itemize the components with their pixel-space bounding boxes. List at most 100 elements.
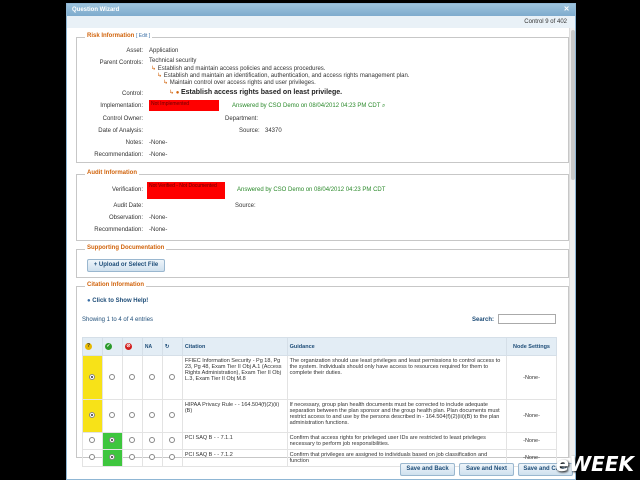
entries-count: Showing 1 to 4 of 4 entries — [82, 317, 154, 323]
upload-button[interactable]: + Upload or Select File — [87, 259, 165, 272]
docs-legend: Supporting Documentation — [85, 245, 167, 251]
citation-table: ? ✓ ⊘ NA ↻ Citation Guidance Node Settin… — [82, 337, 557, 467]
control-counter: Control 9 of 402 — [67, 16, 575, 28]
save-and-back-button[interactable]: Save and Back — [400, 463, 455, 476]
status-cell[interactable] — [161, 355, 183, 400]
recommendation-label: Recommendation: — [94, 152, 143, 158]
guidance-cell: Confirm that access rights for privilege… — [286, 432, 508, 450]
node-cell: -None- — [506, 432, 557, 450]
status-cell[interactable] — [141, 449, 163, 467]
status-cell[interactable] — [101, 449, 123, 467]
status-cell[interactable] — [82, 399, 103, 433]
implementation-status-field[interactable]: Not Implemented — [149, 100, 219, 111]
date-of-analysis-label: Date of Analysis: — [98, 128, 143, 134]
edit-link[interactable]: [ Edit ] — [136, 33, 150, 39]
status-radio[interactable] — [109, 437, 116, 443]
source-value: 34370 — [265, 128, 282, 134]
indent-arrow-icon: ↳ — [163, 80, 169, 86]
node-settings-column-header[interactable]: Node Settings — [506, 337, 557, 356]
node-cell: -None- — [506, 399, 557, 433]
indent-arrow-icon: ↳ — [151, 66, 157, 72]
verification-answer: Answered by CSO Demo on 08/04/2012 04:23… — [237, 187, 386, 193]
column-header-compliant[interactable]: ✓ — [101, 337, 123, 356]
status-radio[interactable] — [169, 373, 176, 380]
status-radio[interactable] — [89, 373, 96, 380]
risk-information-section: Risk Information [ Edit ] Asset: Applica… — [76, 33, 569, 163]
help-icon: ● — [87, 298, 91, 304]
status-cell[interactable] — [141, 432, 163, 450]
status-radio[interactable] — [109, 412, 116, 418]
column-header-unknown[interactable]: ? — [82, 337, 103, 356]
status-radio[interactable] — [169, 454, 176, 460]
block-icon: ⊘ — [124, 343, 132, 350]
status-cell[interactable] — [121, 355, 143, 400]
lock-icon: ● — [175, 90, 180, 96]
table-row: PCI SAQ B - - 7.1.1 Confirm that access r… — [82, 432, 557, 450]
control-label: Control: — [121, 91, 143, 97]
audit-date-label: Audit Date: — [113, 203, 143, 209]
eweek-logo: eWEEK — [555, 452, 634, 476]
status-cell[interactable] — [161, 449, 183, 467]
status-cell[interactable] — [161, 432, 183, 450]
check-icon: ✓ — [104, 343, 112, 350]
status-radio[interactable] — [109, 373, 116, 380]
verification-status-field[interactable]: Not Verified - Not Documented — [147, 182, 225, 199]
show-help-link: Click to Show Help! — [92, 298, 149, 304]
status-radio[interactable] — [89, 412, 96, 418]
column-header-history[interactable]: ↻ — [161, 337, 183, 356]
status-cell[interactable] — [141, 399, 163, 433]
notes-label: Notes: — [125, 140, 143, 146]
status-radio[interactable] — [149, 454, 156, 460]
scrollbar-thumb[interactable] — [571, 30, 575, 180]
status-cell[interactable] — [82, 449, 103, 467]
status-cell[interactable] — [121, 399, 143, 433]
parent-control-4: Maintain control over access rights and … — [169, 80, 316, 86]
asset-label: Asset: — [126, 48, 143, 54]
save-and-next-button[interactable]: Save and Next — [459, 463, 514, 476]
notes-value: -None- — [149, 140, 168, 146]
window-titlebar: Question Wizard ✕ — [67, 4, 575, 16]
asset-value: Application — [149, 48, 179, 54]
status-cell[interactable] — [121, 449, 143, 467]
status-radio[interactable] — [129, 373, 136, 380]
search-input[interactable] — [498, 314, 556, 324]
status-radio[interactable] — [149, 412, 156, 418]
column-header-na[interactable]: NA — [141, 337, 163, 356]
status-radio[interactable] — [169, 437, 176, 443]
status-cell[interactable] — [82, 432, 103, 450]
node-cell: -None- — [506, 355, 557, 400]
control-owner-label: Control Owner: — [102, 116, 143, 122]
status-radio[interactable] — [89, 454, 96, 460]
status-cell[interactable] — [141, 355, 163, 400]
question-wizard-window: Question Wizard ✕ Control 9 of 402 Risk … — [66, 3, 576, 480]
guidance-column-header[interactable]: Guidance — [286, 337, 508, 356]
status-radio[interactable] — [129, 437, 136, 443]
column-header-noncompliant[interactable]: ⊘ — [121, 337, 143, 356]
status-cell[interactable] — [121, 432, 143, 450]
window-title: Question Wizard — [72, 7, 120, 13]
observation-label: Observation: — [108, 215, 143, 221]
status-radio[interactable] — [149, 437, 156, 443]
window-scrollbar[interactable] — [569, 28, 575, 458]
close-icon[interactable]: ✕ — [563, 6, 570, 13]
status-radio[interactable] — [149, 373, 156, 380]
status-cell[interactable] — [101, 432, 123, 450]
status-radio[interactable] — [89, 437, 96, 443]
citation-legend: Citation Information — [85, 282, 146, 288]
citation-information-section: Citation Information ● Click to Show Hel… — [76, 282, 569, 467]
parent-controls-label: Parent Controls: — [99, 60, 143, 66]
search-label: Search: — [472, 317, 495, 323]
status-radio[interactable] — [169, 412, 176, 418]
status-radio[interactable] — [129, 454, 136, 460]
audit-information-section: Audit Information Verification: Not Veri… — [76, 170, 569, 241]
status-cell[interactable] — [101, 355, 123, 400]
status-cell[interactable] — [101, 399, 123, 433]
status-radio[interactable] — [109, 454, 116, 460]
status-radio[interactable] — [129, 412, 136, 418]
citation-column-header[interactable]: Citation — [181, 337, 288, 356]
citation-cell: PCI SAQ B - - 7.1.1 — [181, 432, 288, 450]
search-icon[interactable]: ⌕ — [382, 103, 385, 109]
status-cell[interactable] — [82, 355, 103, 400]
status-cell[interactable] — [161, 399, 183, 433]
implementation-answer: Answered by CSO Demo on 08/04/2012 04:23… — [232, 103, 381, 109]
